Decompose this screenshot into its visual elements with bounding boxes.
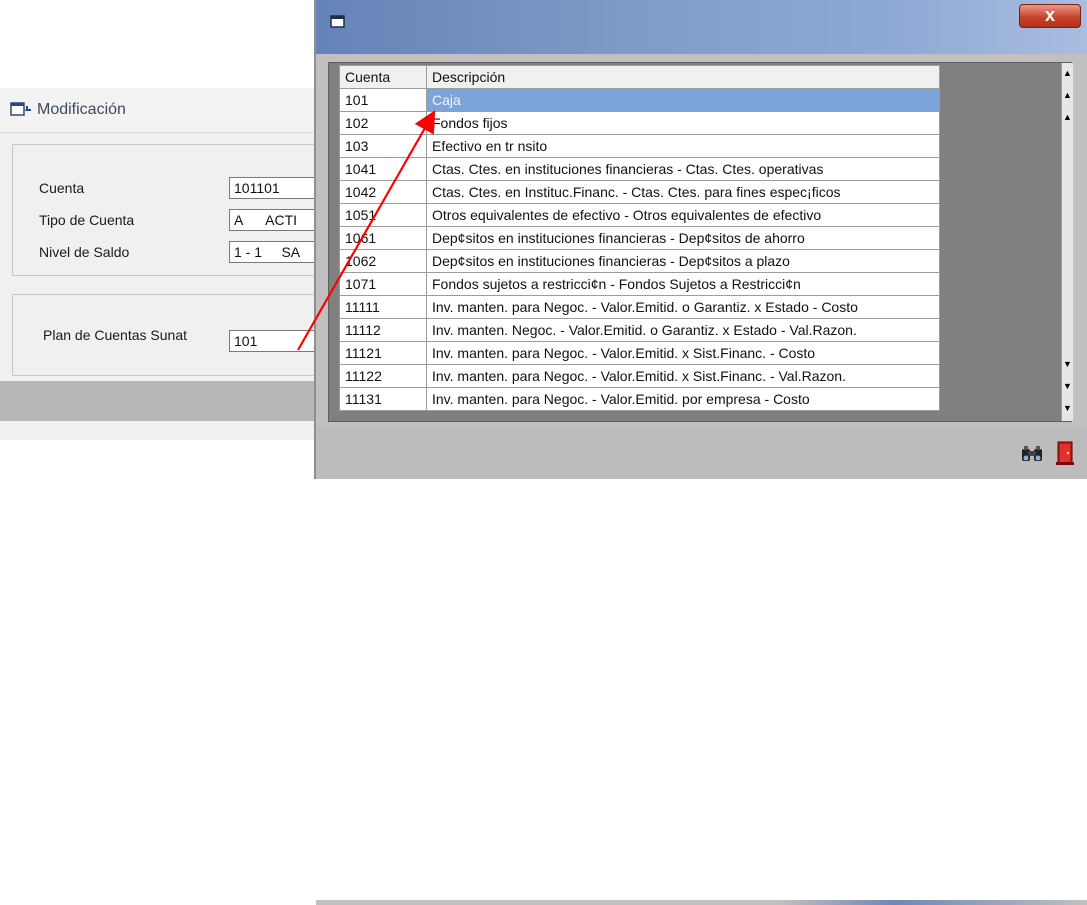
table-row[interactable]: 1041 Ctas. Ctes. en instituciones financi…	[339, 157, 940, 181]
scroll-top-icon[interactable]: ▲	[1062, 65, 1073, 81]
table-row[interactable]: 1042 Ctas. Ctes. en Instituc.Financ. - Ct…	[339, 180, 940, 204]
cuenta-cell[interactable]: 1061	[339, 226, 427, 250]
table-row[interactable]: 11122 Inv. manten. para Negoc. - Valor.Em…	[339, 364, 940, 388]
table-row[interactable]: 11121 Inv. manten. para Negoc. - Valor.Em…	[339, 341, 940, 365]
cuenta-cell[interactable]: 11111	[339, 295, 427, 319]
descripcion-cell[interactable]: Inv. manten. Negoc. - Valor.Emitid. o Ga…	[426, 318, 940, 342]
modificacion-footer	[0, 381, 330, 421]
modificacion-window: Modificación Cuenta 101101 Tipo de Cuent…	[0, 88, 339, 440]
descripcion-cell[interactable]: Ctas. Ctes. en instituciones financieras…	[426, 157, 940, 181]
cuenta-cell[interactable]: 1051	[339, 203, 427, 227]
window-app-icon	[330, 15, 345, 28]
column-header-descripcion[interactable]: Descripción	[426, 65, 940, 89]
accounts-table: Cuenta Descripción 101 Caja 102 Fondos fijo…	[339, 65, 940, 411]
lookup-footer	[316, 426, 1087, 905]
cuenta-cell[interactable]: 103	[339, 134, 427, 158]
table-row[interactable]: 1051 Otros equivalentes de efectivo - Otr…	[339, 203, 940, 227]
table-row[interactable]: 11111 Inv. manten. para Negoc. - Valor.Em…	[339, 295, 940, 319]
descripcion-cell[interactable]: Caja	[426, 88, 940, 112]
descripcion-cell[interactable]: Ctas. Ctes. en Instituc.Financ. - Ctas. …	[426, 180, 940, 204]
vertical-scrollbar[interactable]: ▲ ▲ ▲ ▼ ▼ ▼	[1061, 63, 1073, 421]
lookup-body: Cuenta Descripción 101 Caja 102 Fondos fijo…	[316, 54, 1087, 426]
table-row[interactable]: 1061 Dep¢sitos en instituciones financier…	[339, 226, 940, 250]
plan-sunat-label: Plan de Cuentas Sunat	[43, 327, 187, 343]
cuenta-cell[interactable]: 1071	[339, 272, 427, 296]
table-header-row: Cuenta Descripción	[339, 65, 940, 89]
account-group: Cuenta 101101 Tipo de Cuenta A ACTI Nive…	[12, 144, 339, 276]
account-lookup-window: x Cuenta Descripción 101 Caja 102 Fondos fi…	[314, 0, 1087, 905]
descripcion-cell[interactable]: Otros equivalentes de efectivo - Otros e…	[426, 203, 940, 227]
binoculars-icon[interactable]	[1020, 443, 1044, 465]
descripcion-cell[interactable]: Inv. manten. para Negoc. - Valor.Emitid.…	[426, 364, 940, 388]
scroll-page-down-icon[interactable]: ▼	[1062, 378, 1073, 394]
scroll-bottom-icon[interactable]: ▼	[1062, 400, 1073, 416]
scroll-page-up-icon[interactable]: ▲	[1062, 87, 1073, 103]
cuenta-cell[interactable]: 11112	[339, 318, 427, 342]
tipo-cuenta-label: Tipo de Cuenta	[39, 212, 135, 228]
window-app-icon	[10, 102, 31, 116]
cuenta-label: Cuenta	[39, 180, 85, 196]
close-button[interactable]: x	[1019, 4, 1081, 28]
table-row[interactable]: 101 Caja	[339, 88, 940, 112]
cuenta-cell[interactable]: 1042	[339, 180, 427, 204]
sunat-group: Plan de Cuentas Sunat 101	[12, 294, 339, 376]
descripcion-cell[interactable]: Efectivo en tr nsito	[426, 134, 940, 158]
descripcion-cell[interactable]: Dep¢sitos en instituciones financieras -…	[426, 249, 940, 273]
cuenta-cell[interactable]: 101	[339, 88, 427, 112]
cuenta-cell[interactable]: 11121	[339, 341, 427, 365]
nivel-saldo-label: Nivel de Saldo	[39, 244, 130, 260]
table-row[interactable]: 102 Fondos fijos	[339, 111, 940, 135]
descripcion-cell[interactable]: Inv. manten. para Negoc. - Valor.Emitid.…	[426, 295, 940, 319]
descripcion-cell[interactable]: Inv. manten. para Negoc. - Valor.Emitid.…	[426, 341, 940, 365]
cuenta-cell[interactable]: 102	[339, 111, 427, 135]
descripcion-cell[interactable]: Inv. manten. para Negoc. - Valor.Emitid.…	[426, 387, 940, 411]
cuenta-cell[interactable]: 1062	[339, 249, 427, 273]
table-row[interactable]: 11131 Inv. manten. para Negoc. - Valor.Em…	[339, 387, 940, 411]
table-body: 101 Caja 102 Fondos fijos 103 Efectivo en tr …	[339, 88, 940, 411]
window-title: Modificación	[37, 101, 126, 118]
cuenta-cell[interactable]: 1041	[339, 157, 427, 181]
cuenta-cell[interactable]: 11131	[339, 387, 427, 411]
accounts-grid: Cuenta Descripción 101 Caja 102 Fondos fijo…	[328, 62, 1073, 422]
scroll-down-icon[interactable]: ▼	[1062, 356, 1073, 372]
column-header-cuenta[interactable]: Cuenta	[339, 65, 427, 89]
descripcion-cell[interactable]: Fondos fijos	[426, 111, 940, 135]
scroll-up-icon[interactable]: ▲	[1062, 109, 1073, 125]
exit-door-icon[interactable]	[1054, 440, 1076, 466]
descripcion-cell[interactable]: Dep¢sitos en instituciones financieras -…	[426, 226, 940, 250]
table-row[interactable]: 1071 Fondos sujetos a restricci¢n - Fondo…	[339, 272, 940, 296]
taskbar-strip	[316, 900, 1087, 905]
descripcion-cell[interactable]: Fondos sujetos a restricci¢n - Fondos Su…	[426, 272, 940, 296]
table-row[interactable]: 103 Efectivo en tr nsito	[339, 134, 940, 158]
lookup-titlebar: x	[316, 0, 1087, 54]
modificacion-titlebar: Modificación	[0, 88, 330, 133]
table-row[interactable]: 1062 Dep¢sitos en instituciones financier…	[339, 249, 940, 273]
table-row[interactable]: 11112 Inv. manten. Negoc. - Valor.Emitid.…	[339, 318, 940, 342]
cuenta-cell[interactable]: 11122	[339, 364, 427, 388]
